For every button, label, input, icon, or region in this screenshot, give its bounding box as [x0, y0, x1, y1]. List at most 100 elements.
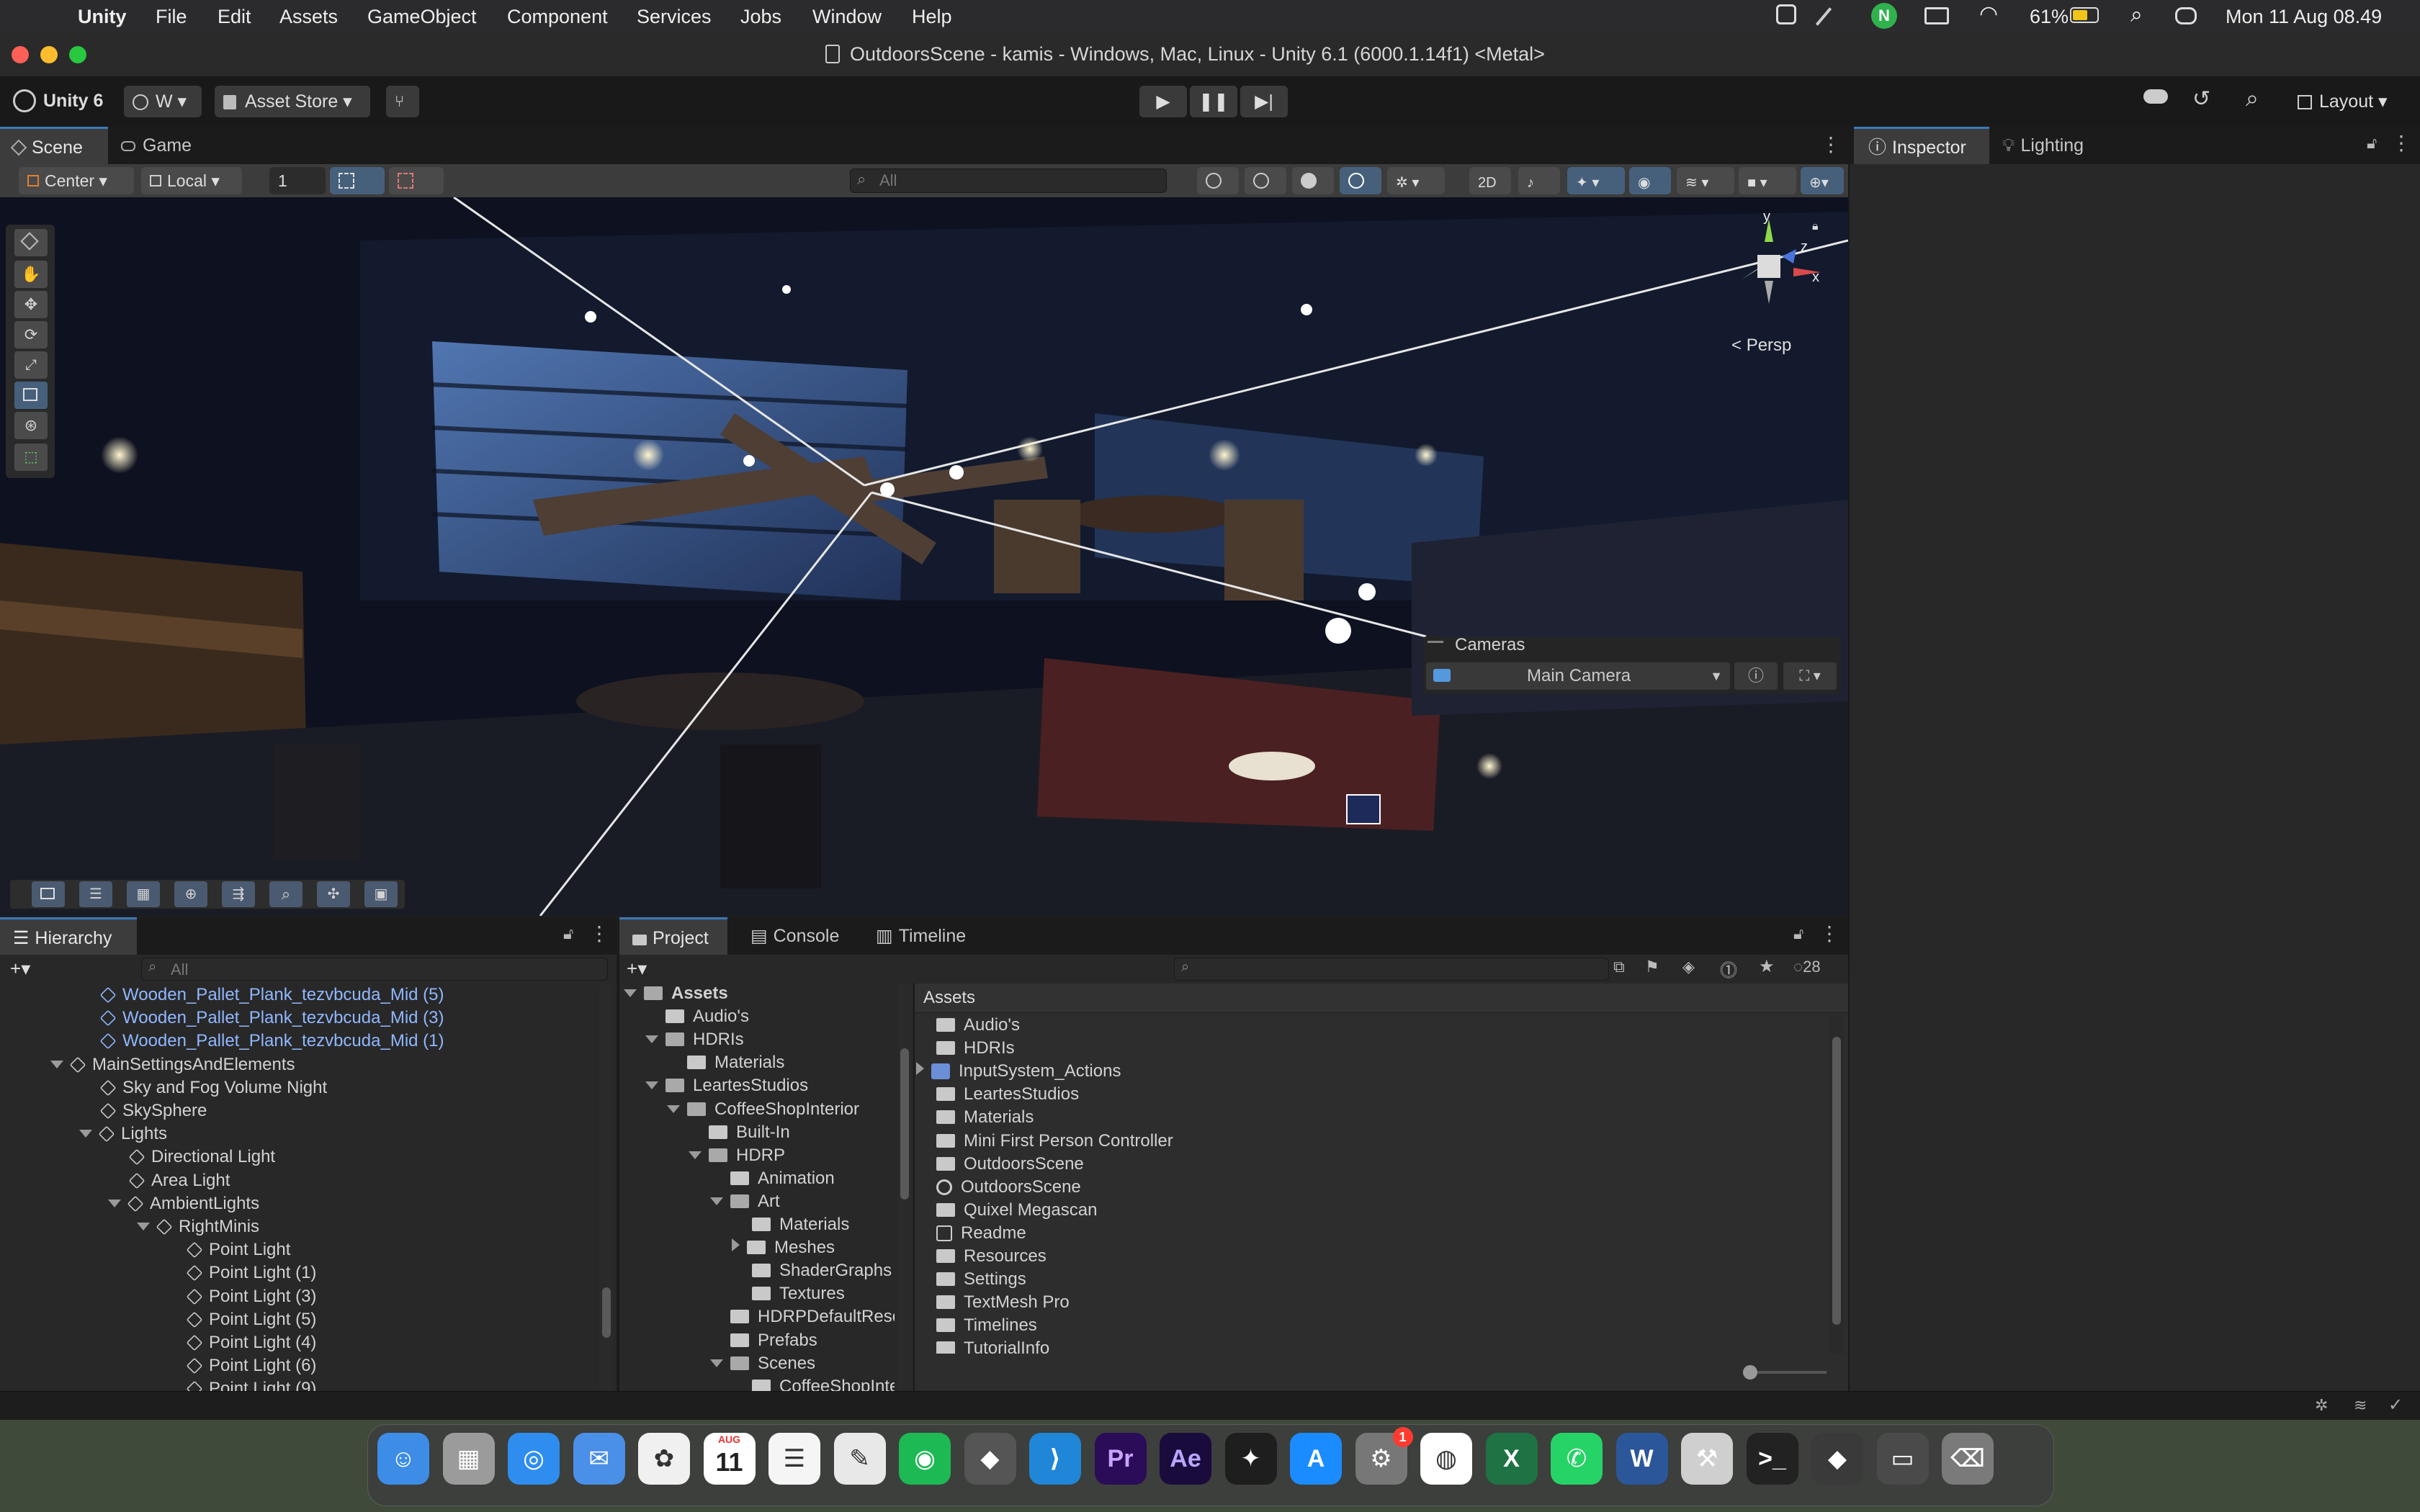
- overlay-align-button[interactable]: ☰: [79, 881, 112, 907]
- audio-toggle-button[interactable]: ♪: [1518, 167, 1560, 194]
- asset-item[interactable]: OutdoorsScene: [936, 1154, 1084, 1174]
- gizmos-dropdown[interactable]: ⊕▾: [1801, 167, 1844, 194]
- menu-services[interactable]: Services: [637, 6, 712, 28]
- chevron-down-icon[interactable]: [710, 1359, 723, 1367]
- project-tree-item[interactable]: Meshes: [732, 1238, 835, 1258]
- dock-vscode-icon[interactable]: ⟩: [1029, 1433, 1081, 1485]
- overlay-rect-button[interactable]: [32, 881, 65, 907]
- chevron-down-icon[interactable]: [645, 1081, 658, 1090]
- visibility-toggle-button[interactable]: ◉: [1629, 167, 1671, 194]
- dock-system-settings-icon[interactable]: ⚙ 1: [1355, 1427, 1413, 1485]
- asset-item[interactable]: HDRIs: [936, 1038, 1015, 1058]
- grid-visibility-button[interactable]: [389, 167, 444, 194]
- close-window-button[interactable]: [12, 46, 29, 63]
- menu-component[interactable]: Component: [507, 6, 608, 28]
- expand-arrow-icon[interactable]: [137, 1223, 150, 1230]
- project-tree-item[interactable]: Textures: [732, 1284, 845, 1304]
- project-tree-item[interactable]: CoffeeShopInterior: [667, 1099, 859, 1120]
- asset-item[interactable]: InputSystem_Actions: [916, 1061, 1121, 1081]
- draw-mode-wireframe-button[interactable]: [1197, 167, 1239, 194]
- n-status-icon[interactable]: N: [1871, 3, 1897, 29]
- project-tree-item[interactable]: CoffeeShopInte: [732, 1377, 895, 1391]
- menubar-clock[interactable]: Mon 11 Aug 08.49: [2226, 6, 2382, 28]
- project-tree-item[interactable]: HDRPDefaultReso: [710, 1307, 895, 1327]
- layout-dropdown[interactable]: Layout ▾: [2289, 86, 2406, 117]
- dock-spotify-icon[interactable]: ◉: [899, 1433, 951, 1485]
- draw-mode-shaded-button[interactable]: [1292, 167, 1334, 194]
- dock-photos-icon[interactable]: ✿: [638, 1433, 690, 1485]
- orientation-gizmo[interactable]: y x z 🔒︎: [1713, 209, 1835, 333]
- hierarchy-row[interactable]: MainSettingsAndElements: [50, 1055, 295, 1075]
- account-dropdown[interactable]: W ▾: [124, 86, 202, 117]
- asset-item[interactable]: TextMesh Pro: [936, 1292, 1070, 1313]
- asset-item[interactable]: Resources: [936, 1246, 1047, 1266]
- project-tree-item[interactable]: LeartesStudios: [645, 1076, 808, 1096]
- dock-chrome-icon[interactable]: ◍: [1420, 1433, 1472, 1485]
- menu-help[interactable]: Help: [912, 6, 952, 28]
- dock-trash-icon[interactable]: ⌫: [1942, 1433, 1994, 1485]
- tag-icon[interactable]: ◈: [1682, 958, 1695, 976]
- hierarchy-search-input[interactable]: All: [141, 958, 608, 981]
- dock-after-effects-icon[interactable]: Ae: [1160, 1433, 1211, 1485]
- hierarchy-row[interactable]: Point Light (5): [186, 1310, 316, 1330]
- hidden-packages-toggle[interactable]: ◌28: [1793, 958, 1821, 976]
- dock-app-store-icon[interactable]: A: [1290, 1433, 1342, 1485]
- chevron-right-icon[interactable]: [916, 1062, 924, 1076]
- tab-game[interactable]: Game: [121, 127, 207, 164]
- hierarchy-row[interactable]: Wooden_Pallet_Plank_tezvbcuda_Mid (1): [99, 1031, 444, 1051]
- play-button[interactable]: ▶: [1139, 86, 1187, 117]
- version-control-button[interactable]: ⑂: [386, 86, 419, 117]
- camera-settings-dropdown[interactable]: ■ ▾: [1739, 167, 1796, 194]
- project-tree-item[interactable]: Built-In: [689, 1122, 790, 1143]
- pause-button[interactable]: ❚❚: [1190, 86, 1237, 117]
- hierarchy-row[interactable]: AmbientLights: [108, 1194, 259, 1214]
- debug-mode-icon[interactable]: ✲: [2315, 1396, 2328, 1415]
- tab-scene[interactable]: Scene: [0, 127, 108, 166]
- asset-item[interactable]: Readme: [936, 1223, 1026, 1243]
- chevron-down-icon[interactable]: [645, 1035, 658, 1044]
- slash-status-icon[interactable]: [1815, 7, 1832, 26]
- scene-search-input[interactable]: All: [850, 168, 1167, 193]
- tab-hierarchy[interactable]: ☰ Hierarchy: [0, 917, 137, 957]
- project-tree-item[interactable]: Art: [710, 1192, 780, 1212]
- dock-figma-icon[interactable]: ✦: [1224, 1433, 1277, 1485]
- hierarchy-scrollbar[interactable]: [599, 985, 614, 1391]
- project-tree-item[interactable]: Assets: [624, 984, 728, 1004]
- overlay-camera-button[interactable]: ▣: [364, 881, 398, 907]
- menu-window[interactable]: Window: [812, 6, 882, 28]
- display-icon[interactable]: [1924, 7, 1949, 24]
- chevron-right-icon[interactable]: [732, 1238, 740, 1252]
- overlay-pivot-button[interactable]: ✣: [317, 881, 350, 907]
- grid-size-input[interactable]: 1: [269, 167, 326, 194]
- asset-item[interactable]: OutdoorsScene: [936, 1177, 1081, 1197]
- draw-mode-lit-button[interactable]: [1340, 167, 1381, 194]
- hierarchy-row[interactable]: Lights: [79, 1124, 167, 1144]
- project-tree-item[interactable]: Materials: [732, 1215, 849, 1235]
- space-mode-dropdown[interactable]: Local ▾: [141, 167, 242, 194]
- favorite-star-icon[interactable]: ★: [1759, 956, 1775, 977]
- hierarchy-row[interactable]: Point Light (9): [186, 1379, 316, 1391]
- wifi-icon[interactable]: ◠: [1979, 1, 1998, 27]
- gizmo-lock-icon[interactable]: 🔒︎: [1812, 220, 1819, 233]
- menu-file[interactable]: File: [156, 6, 187, 28]
- hierarchy-row[interactable]: Sky and Fog Volume Night: [99, 1078, 327, 1098]
- dock-unity-hub-icon[interactable]: ◆: [964, 1433, 1016, 1485]
- minimize-window-button[interactable]: [40, 46, 58, 63]
- project-menu-icon[interactable]: ⋮: [1819, 922, 1839, 945]
- effects-dropdown[interactable]: ✦ ▾: [1567, 167, 1625, 194]
- menu-gameobject[interactable]: GameObject: [367, 6, 477, 28]
- project-tree-item[interactable]: Prefabs: [710, 1331, 817, 1351]
- dock-mail-icon[interactable]: ✉: [573, 1433, 625, 1485]
- scale-tool-button[interactable]: ⤢: [14, 351, 48, 379]
- transform-tool-button[interactable]: ⊛: [14, 412, 48, 439]
- camera-select-dropdown[interactable]: Main Camera ▼: [1426, 662, 1730, 690]
- hierarchy-row[interactable]: Point Light: [186, 1240, 290, 1260]
- menu-app-unity[interactable]: Unity: [78, 6, 127, 28]
- scene-panel-menu-icon[interactable]: ⋮: [1821, 132, 1841, 156]
- hierarchy-row[interactable]: Point Light (6): [186, 1356, 316, 1376]
- hierarchy-row[interactable]: SkySphere: [99, 1101, 207, 1121]
- hierarchy-lock-icon[interactable]: 🔓︎: [563, 924, 573, 943]
- asset-item[interactable]: TutorialInfo: [936, 1338, 1049, 1354]
- icon-size-slider-thumb[interactable]: [1743, 1365, 1757, 1380]
- step-button[interactable]: ▶|: [1240, 86, 1288, 117]
